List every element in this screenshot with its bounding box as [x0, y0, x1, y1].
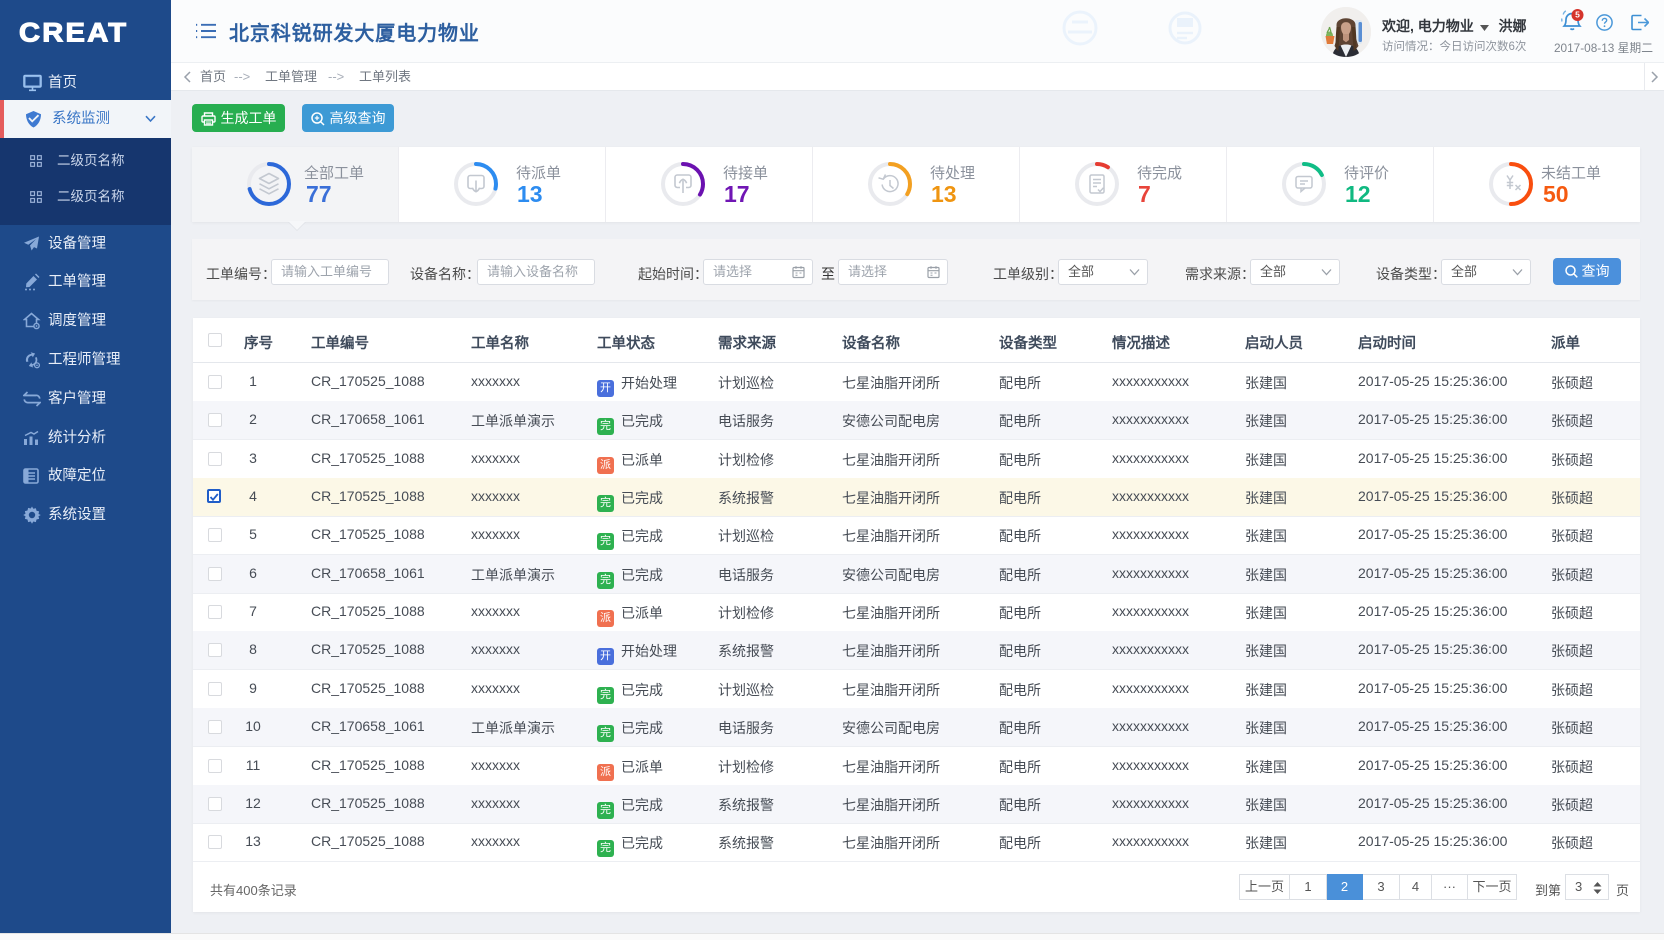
- svg-text:5: 5: [1575, 10, 1580, 20]
